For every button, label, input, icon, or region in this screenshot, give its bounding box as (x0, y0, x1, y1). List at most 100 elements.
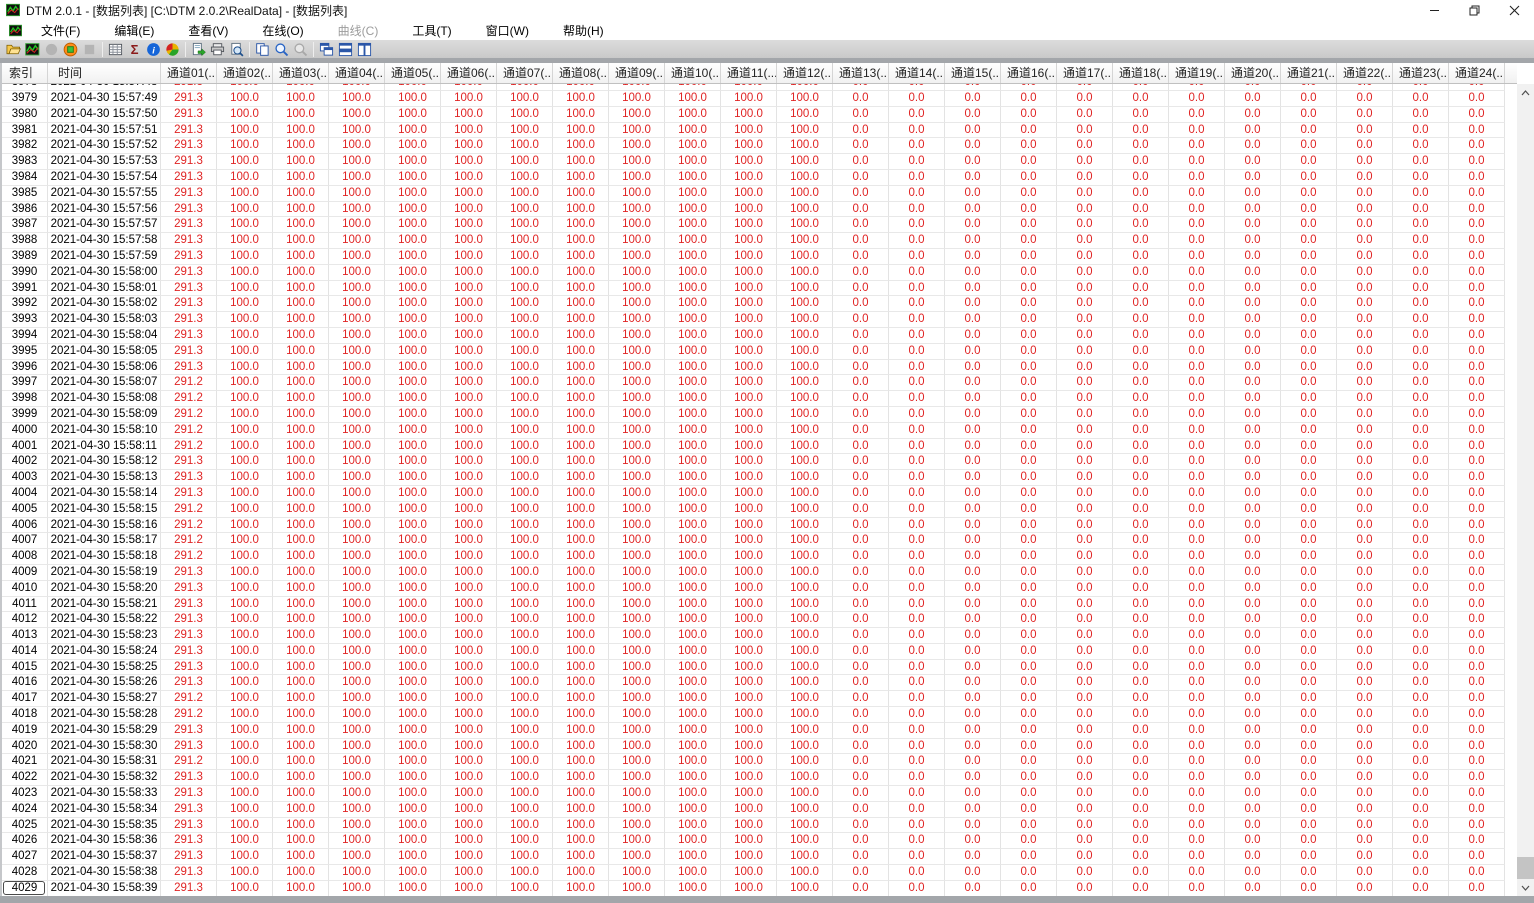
cell-ch18[interactable]: 0.0 (1113, 754, 1169, 771)
col-header-ch24[interactable]: 通道24(... (1449, 63, 1505, 83)
cell-index[interactable]: 4024 (2, 801, 48, 818)
cell-ch17[interactable]: 0.0 (1057, 185, 1113, 202)
cell-index[interactable]: 4017 (2, 691, 48, 708)
cell-ch05[interactable]: 100.0 (385, 296, 441, 313)
cell-ch12[interactable]: 100.0 (777, 628, 833, 644)
cell-ch01[interactable]: 291.3 (161, 343, 217, 360)
cell-ch16[interactable]: 0.0 (1001, 659, 1057, 676)
cell-ch10[interactable]: 100.0 (665, 217, 721, 234)
cell-ch22[interactable]: 0.0 (1337, 833, 1393, 850)
cell-ch13[interactable]: 0.0 (833, 248, 889, 265)
cell-index[interactable]: 3999 (2, 406, 48, 423)
cell-ch20[interactable]: 0.0 (1225, 485, 1281, 502)
cell-ch02[interactable]: 100.0 (217, 596, 273, 613)
col-header-index[interactable]: 索引 (2, 63, 48, 83)
cell-ch24[interactable]: 0.0 (1449, 343, 1505, 360)
cell-ch20[interactable]: 0.0 (1225, 801, 1281, 818)
cell-ch23[interactable]: 0.0 (1393, 327, 1449, 344)
cell-ch02[interactable]: 100.0 (217, 801, 273, 818)
cell-ch24[interactable]: 0.0 (1449, 454, 1505, 471)
cell-ch23[interactable]: 0.0 (1393, 422, 1449, 439)
cell-ch13[interactable]: 0.0 (833, 485, 889, 502)
cell-ch13[interactable]: 0.0 (833, 596, 889, 613)
cell-ch06[interactable]: 100.0 (441, 722, 497, 739)
cell-ch05[interactable]: 100.0 (385, 91, 441, 107)
cell-ch20[interactable]: 0.0 (1225, 280, 1281, 297)
cell-ch19[interactable]: 0.0 (1169, 375, 1225, 392)
cell-ch04[interactable]: 100.0 (329, 501, 385, 518)
cell-ch09[interactable]: 100.0 (609, 470, 665, 486)
col-header-ch07[interactable]: 通道07(... (497, 63, 553, 83)
cell-ch09[interactable]: 100.0 (609, 91, 665, 107)
cell-ch10[interactable]: 100.0 (665, 91, 721, 107)
cell-ch09[interactable]: 100.0 (609, 201, 665, 218)
cell-ch15[interactable]: 0.0 (945, 264, 1001, 281)
cell-ch17[interactable]: 0.0 (1057, 849, 1113, 866)
cell-ch20[interactable]: 0.0 (1225, 549, 1281, 565)
cell-ch22[interactable]: 0.0 (1337, 248, 1393, 265)
cell-ch14[interactable]: 0.0 (889, 327, 945, 344)
cell-ch14[interactable]: 0.0 (889, 169, 945, 186)
cell-ch09[interactable]: 100.0 (609, 280, 665, 297)
cell-ch13[interactable]: 0.0 (833, 280, 889, 297)
cell-ch14[interactable]: 0.0 (889, 707, 945, 723)
cell-ch12[interactable]: 100.0 (777, 438, 833, 455)
cell-index[interactable]: 3984 (2, 169, 48, 186)
cell-ch03[interactable]: 100.0 (273, 438, 329, 455)
cell-time[interactable]: 2021-04-30 15:58:22 (48, 612, 161, 629)
print-button[interactable] (208, 41, 227, 58)
cell-ch17[interactable]: 0.0 (1057, 501, 1113, 518)
cell-time[interactable]: 2021-04-30 15:58:12 (48, 454, 161, 471)
cell-ch03[interactable]: 100.0 (273, 786, 329, 802)
cell-ch18[interactable]: 0.0 (1113, 470, 1169, 486)
cell-ch15[interactable]: 0.0 (945, 312, 1001, 328)
cell-ch11[interactable]: 100.0 (721, 880, 777, 896)
cell-ch24[interactable]: 0.0 (1449, 817, 1505, 834)
col-header-ch18[interactable]: 通道18(... (1113, 63, 1169, 83)
cell-ch10[interactable]: 100.0 (665, 264, 721, 281)
cell-ch13[interactable]: 0.0 (833, 106, 889, 123)
cell-ch16[interactable]: 0.0 (1001, 201, 1057, 218)
cell-ch20[interactable]: 0.0 (1225, 770, 1281, 787)
cell-ch22[interactable]: 0.0 (1337, 517, 1393, 534)
cell-ch13[interactable]: 0.0 (833, 738, 889, 755)
cell-ch13[interactable]: 0.0 (833, 422, 889, 439)
cell-ch23[interactable]: 0.0 (1393, 359, 1449, 376)
cell-ch20[interactable]: 0.0 (1225, 833, 1281, 850)
cell-ch20[interactable]: 0.0 (1225, 754, 1281, 771)
cell-ch15[interactable]: 0.0 (945, 343, 1001, 360)
cell-ch24[interactable]: 0.0 (1449, 770, 1505, 787)
cell-ch10[interactable]: 100.0 (665, 201, 721, 218)
cell-time[interactable]: 2021-04-30 15:58:13 (48, 470, 161, 486)
cell-ch15[interactable]: 0.0 (945, 217, 1001, 234)
cell-ch09[interactable]: 100.0 (609, 84, 665, 91)
cell-ch15[interactable]: 0.0 (945, 470, 1001, 486)
cell-ch21[interactable]: 0.0 (1281, 659, 1337, 676)
cell-ch15[interactable]: 0.0 (945, 359, 1001, 376)
cell-ch10[interactable]: 100.0 (665, 722, 721, 739)
cell-ch20[interactable]: 0.0 (1225, 470, 1281, 486)
cell-ch12[interactable]: 100.0 (777, 817, 833, 834)
cell-ch18[interactable]: 0.0 (1113, 406, 1169, 423)
cell-ch22[interactable]: 0.0 (1337, 122, 1393, 139)
cell-ch23[interactable]: 0.0 (1393, 138, 1449, 155)
cell-ch18[interactable]: 0.0 (1113, 169, 1169, 186)
cell-ch10[interactable]: 100.0 (665, 580, 721, 597)
cell-ch23[interactable]: 0.0 (1393, 801, 1449, 818)
cell-ch10[interactable]: 100.0 (665, 533, 721, 550)
cell-ch16[interactable]: 0.0 (1001, 485, 1057, 502)
cell-ch23[interactable]: 0.0 (1393, 628, 1449, 644)
close-button[interactable] (1494, 0, 1534, 20)
cell-time[interactable]: 2021-04-30 15:58:38 (48, 865, 161, 881)
cell-ch02[interactable]: 100.0 (217, 580, 273, 597)
cell-ch16[interactable]: 0.0 (1001, 359, 1057, 376)
cell-ch01[interactable]: 291.2 (161, 406, 217, 423)
cell-ch04[interactable]: 100.0 (329, 343, 385, 360)
cell-ch07[interactable]: 100.0 (497, 691, 553, 708)
cell-ch18[interactable]: 0.0 (1113, 786, 1169, 802)
cell-ch05[interactable]: 100.0 (385, 217, 441, 234)
cell-ch23[interactable]: 0.0 (1393, 391, 1449, 407)
scroll-down-button[interactable] (1517, 879, 1534, 896)
cell-ch18[interactable]: 0.0 (1113, 106, 1169, 123)
col-header-ch16[interactable]: 通道16(... (1001, 63, 1057, 83)
